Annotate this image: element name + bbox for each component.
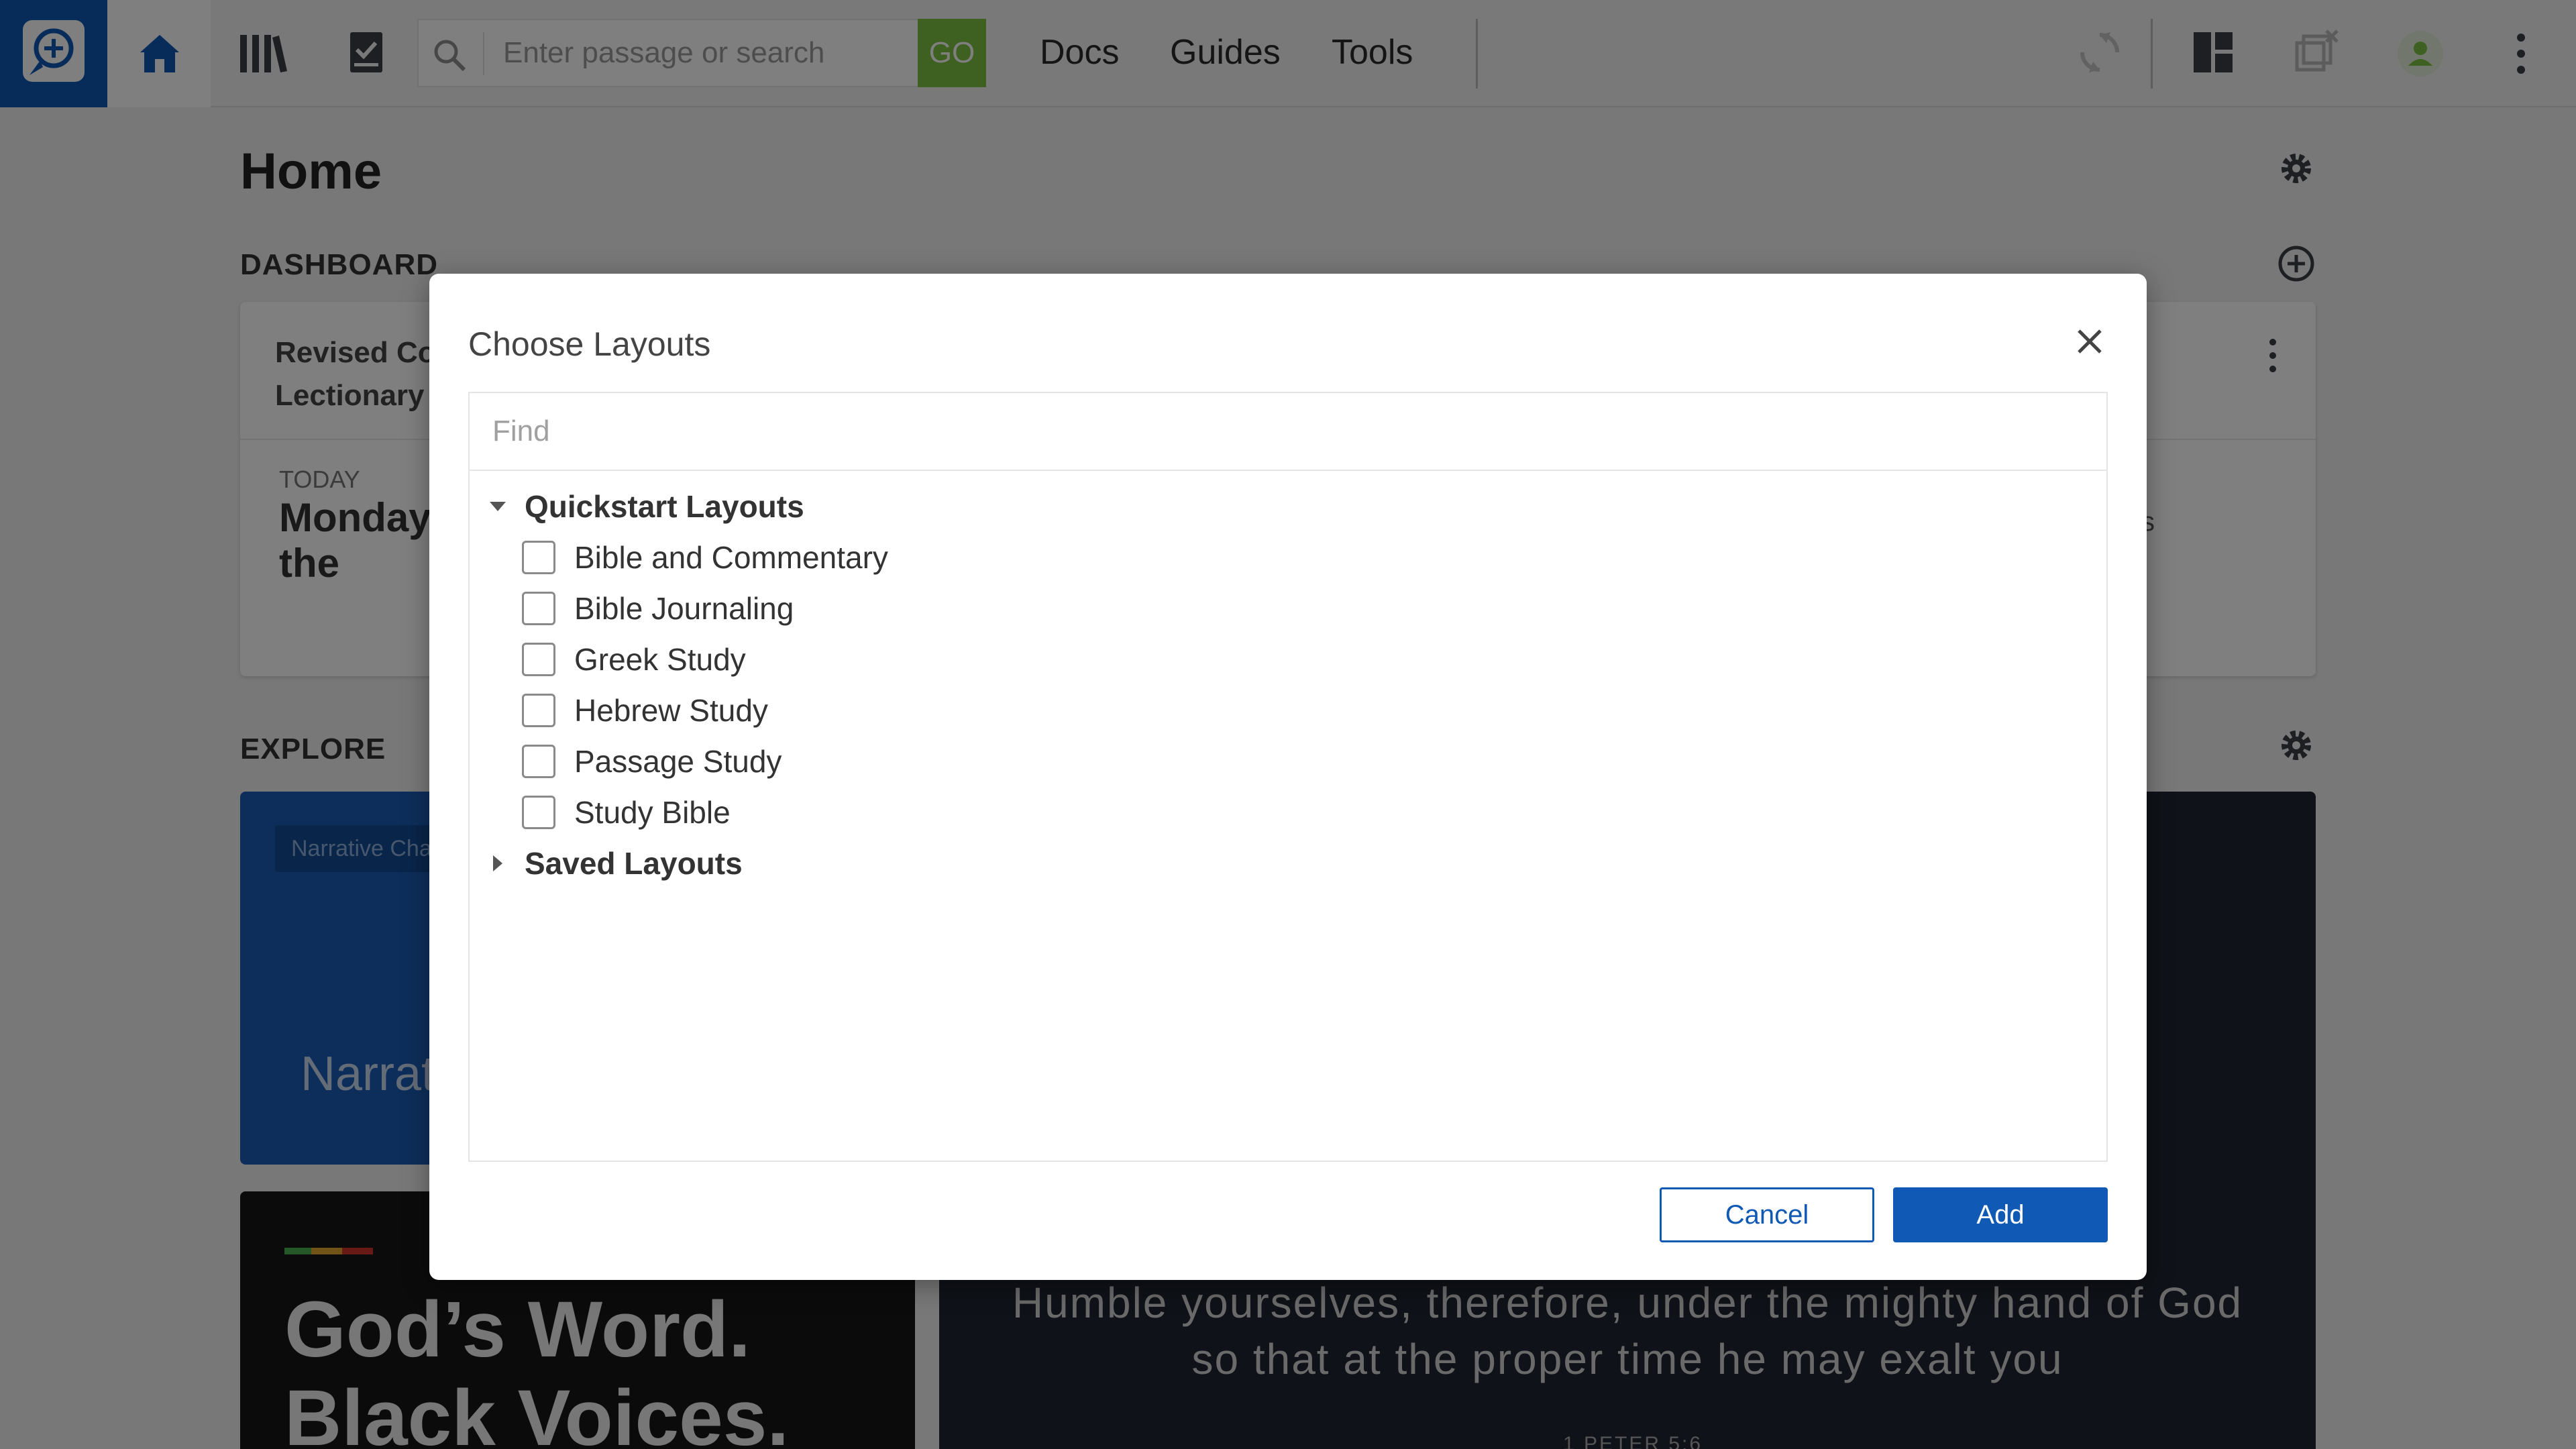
layout-item-bible-and-commentary[interactable]: Bible and Commentary [522, 537, 888, 578]
cancel-button[interactable]: Cancel [1660, 1187, 1874, 1242]
layout-item-greek-study[interactable]: Greek Study [522, 639, 746, 680]
checkbox[interactable] [522, 592, 555, 625]
add-button[interactable]: Add [1893, 1187, 2108, 1242]
dialog-title: Choose Layouts [468, 325, 711, 363]
group-label: Quickstart Layouts [525, 489, 804, 524]
layout-item-label: Passage Study [574, 744, 782, 779]
layout-item-label: Hebrew Study [574, 693, 768, 728]
checkbox[interactable] [522, 643, 555, 676]
group-saved-layouts[interactable]: Saved Layouts [487, 843, 743, 884]
caret-down-icon [487, 496, 508, 517]
layout-item-passage-study[interactable]: Passage Study [522, 741, 782, 782]
group-label: Saved Layouts [525, 846, 743, 881]
close-icon [2078, 329, 2102, 354]
layout-item-hebrew-study[interactable]: Hebrew Study [522, 690, 768, 731]
layout-item-study-bible[interactable]: Study Bible [522, 792, 731, 833]
close-dialog-button[interactable] [2066, 318, 2113, 365]
checkbox[interactable] [522, 694, 555, 727]
layout-item-bible-journaling[interactable]: Bible Journaling [522, 588, 794, 629]
group-quickstart-layouts[interactable]: Quickstart Layouts [487, 486, 804, 527]
checkbox[interactable] [522, 541, 555, 574]
layout-item-label: Greek Study [574, 642, 746, 677]
caret-right-icon [487, 853, 508, 874]
checkbox[interactable] [522, 796, 555, 829]
choose-layouts-dialog: Choose Layouts Quickstart Layouts Bible … [429, 274, 2147, 1280]
layout-item-label: Bible and Commentary [574, 540, 888, 575]
layout-item-label: Bible Journaling [574, 591, 794, 626]
checkbox[interactable] [522, 745, 555, 778]
layout-item-label: Study Bible [574, 795, 731, 830]
find-layout-input[interactable] [470, 393, 2106, 471]
